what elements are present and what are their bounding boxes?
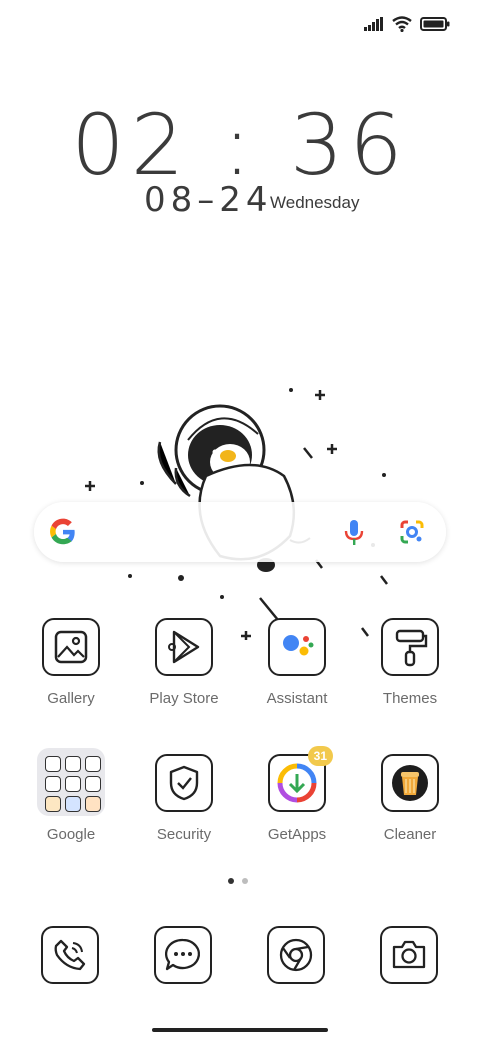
play-store-icon[interactable] [155, 618, 213, 676]
mini-app-icon [85, 796, 101, 812]
dock-messages[interactable] [154, 926, 212, 984]
gallery-icon[interactable] [42, 618, 100, 676]
app-label: Security [156, 826, 212, 843]
app-label: GetApps [267, 826, 327, 843]
camera-icon[interactable] [380, 926, 438, 984]
google-search-bar[interactable] [34, 502, 446, 562]
cleaner-icon[interactable] [381, 754, 439, 812]
app-themes[interactable]: Themes [360, 618, 460, 707]
mic-icon[interactable] [342, 518, 366, 546]
security-icon[interactable] [155, 754, 213, 812]
browser-icon[interactable] [267, 926, 325, 984]
themes-icon[interactable] [381, 618, 439, 676]
dock-browser[interactable] [267, 926, 325, 984]
app-getapps[interactable]: 31 GetApps [247, 746, 347, 843]
messages-icon[interactable] [154, 926, 212, 984]
home-indicator[interactable] [152, 1028, 328, 1032]
mini-app-icon [45, 796, 61, 812]
mini-app-icon [65, 776, 81, 792]
app-label: Play Store [149, 690, 219, 707]
page-dot[interactable] [242, 878, 248, 884]
app-label: Cleaner [383, 826, 437, 843]
app-label: Assistant [266, 690, 328, 707]
mini-app-icon [65, 796, 81, 812]
app-assistant[interactable]: Assistant [247, 618, 347, 707]
app-cleaner[interactable]: Cleaner [360, 754, 460, 843]
page-dot-active[interactable] [228, 878, 234, 884]
dock-camera[interactable] [380, 926, 438, 984]
status-bar [364, 16, 450, 32]
mini-app-icon [65, 756, 81, 772]
app-gallery[interactable]: Gallery [21, 618, 121, 707]
mini-app-icon [45, 776, 61, 792]
app-label: Themes [382, 690, 438, 707]
signal-icon [364, 17, 383, 31]
phone-icon[interactable] [41, 926, 99, 984]
lens-icon[interactable] [398, 518, 426, 546]
assistant-icon[interactable] [268, 618, 326, 676]
app-play-store[interactable]: Play Store [134, 618, 234, 707]
google-icon[interactable] [49, 518, 77, 546]
clock-date: 08–24 [144, 180, 273, 220]
app-security[interactable]: Security [134, 754, 234, 843]
folder-icon[interactable] [37, 748, 105, 816]
mini-app-icon [85, 776, 101, 792]
app-label: Google [46, 826, 96, 843]
notification-badge: 31 [307, 746, 333, 766]
clock-weekday: Wednesday [270, 193, 360, 212]
app-label: Gallery [47, 690, 95, 707]
battery-icon [420, 17, 450, 31]
mini-app-icon [45, 756, 61, 772]
page-indicator [228, 878, 248, 884]
wifi-icon [392, 16, 412, 32]
dock-phone[interactable] [41, 926, 99, 984]
app-folder-google[interactable]: Google [21, 748, 121, 843]
mini-app-icon [85, 756, 101, 772]
